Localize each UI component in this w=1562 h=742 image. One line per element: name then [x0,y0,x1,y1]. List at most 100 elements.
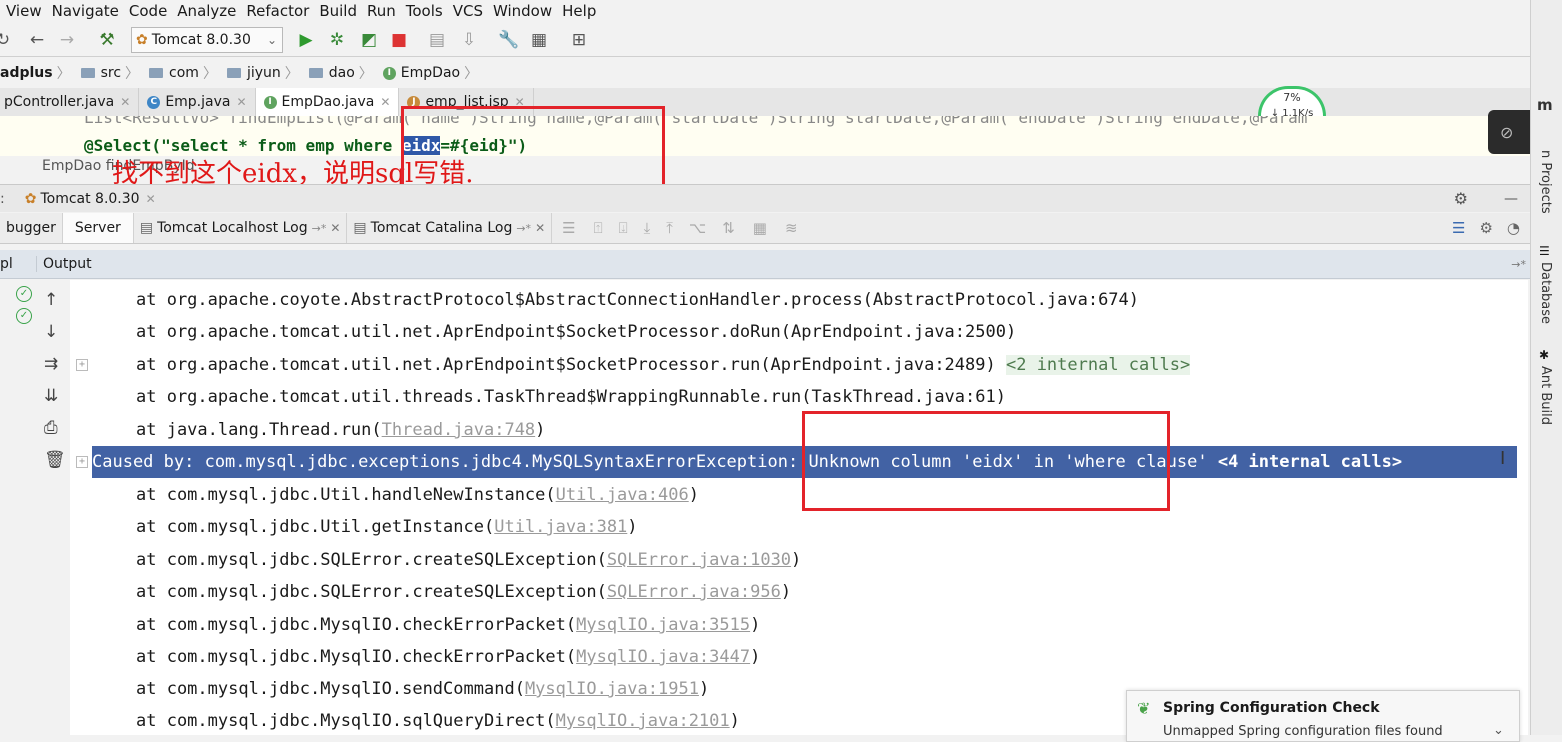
breadcrumb-jiyun[interactable]: jiyun 〉 [221,63,299,83]
menu-icon[interactable]: ☰ [562,219,575,237]
scroll-to-end-icon[interactable]: ⇊ [44,386,58,406]
menu-tools[interactable]: Tools [406,2,443,20]
menu-navigate[interactable]: Navigate [52,2,119,20]
code-line-method: List<ResultVo> findEmpList(@Param("name"… [84,116,1308,127]
breadcrumb-com[interactable]: com 〉 [143,63,217,83]
tab-debugger[interactable]: bugger [0,213,63,243]
source-link[interactable]: Util.java:406 [556,485,689,505]
list-icon[interactable]: ☰ [1452,219,1465,237]
close-icon[interactable]: ✕ [380,95,390,109]
source-link[interactable]: Util.java:381 [494,517,627,537]
project-structure-icon[interactable]: ▦ [528,28,550,52]
menu-bar: View Navigate Code Analyze Refactor Buil… [0,0,1562,22]
menu-code[interactable]: Code [129,2,167,20]
deploy-icon[interactable]: ⇩ [458,28,480,52]
arrow-up-icon[interactable]: ↑ [44,290,58,310]
minimize-icon[interactable]: — [1504,191,1518,207]
breadcrumb-empdao[interactable]: I EmpDao 〉 [377,63,478,83]
close-icon[interactable]: ✕ [236,95,246,109]
source-link[interactable]: MysqlIO.java:1951 [525,679,699,699]
sort-icon[interactable]: ⇅ [722,219,735,237]
source-link[interactable]: SQLError.java:1030 [607,550,791,570]
source-link[interactable]: SQLError.java:956 [607,582,781,602]
sync-icon[interactable]: ↻ [0,28,10,52]
settings-wrench-icon[interactable]: 🔧 [498,28,520,52]
breadcrumb-project[interactable]: adplus 〉 [0,63,71,83]
settings-icon[interactable]: ⚙ [1479,219,1492,237]
internal-calls[interactable]: <2 internal calls> [1005,355,1191,375]
tab-catalina-log[interactable]: ▤ Tomcat Catalina Log →* ✕ [347,213,553,243]
menu-refactor[interactable]: Refactor [246,2,309,20]
annotation-box-error [802,411,1170,511]
menu-view[interactable]: View [6,2,42,20]
menu-vcs[interactable]: VCS [453,2,483,20]
run-icon[interactable]: ▶ [295,28,317,52]
forward-icon[interactable]: → [56,28,78,52]
folder-icon [308,68,323,78]
tool-projects[interactable]: n Projects [1538,150,1553,214]
scroll-up-icon[interactable]: ⍐ [594,219,603,237]
close-icon[interactable]: ✕ [535,221,545,235]
output-header: pl Output →* [0,250,1530,279]
trash-icon[interactable]: 🗑 [44,450,66,470]
build-hammer-icon[interactable]: ⚒ [95,28,119,52]
print-icon[interactable]: ⎙ [44,418,58,438]
tool-database[interactable]: Database [1538,262,1553,324]
grid-icon[interactable]: ▦ [753,219,767,237]
folder-icon [80,68,95,78]
chevron-down-icon[interactable]: ⌄ [1493,723,1504,738]
folder-icon [226,68,241,78]
sdk-icon[interactable]: ⊞ [568,28,590,52]
panel-right-tools: ☰ ⚙ ◔ [1452,213,1530,243]
soft-wrap-icon[interactable]: ⇉ [44,354,58,374]
expand-icon[interactable]: + [76,456,88,468]
menu-build[interactable]: Build [319,2,357,20]
source-link[interactable]: MysqlIO.java:3515 [576,615,750,635]
source-link[interactable]: MysqlIO.java:3447 [576,647,750,667]
coverage-icon[interactable]: ◩ [358,28,380,52]
notification-title: Spring Configuration Check [1163,700,1380,716]
run-panel-header: : ✿ Tomcat 8.0.30 ✕ ⚙ — [0,184,1530,212]
tab-server[interactable]: Server [62,213,134,243]
gear-icon[interactable]: ⚙ [1454,189,1468,208]
notification-popup[interactable]: ❦ Spring Configuration Check Unmapped Sp… [1126,690,1520,742]
tab-empdao[interactable]: I EmpDao.java ✕ [255,88,400,116]
run-panel-prefix: : [0,190,5,207]
run-panel-title[interactable]: Tomcat 8.0.30 [40,191,139,207]
pin-icon[interactable]: →* [1511,258,1526,271]
maven-icon[interactable]: m [1537,96,1553,114]
menu-run[interactable]: Run [367,2,396,20]
console-output[interactable]: at org.apache.coyote.AbstractProtocol$Ab… [70,280,1528,735]
close-icon[interactable]: ✕ [120,95,130,109]
back-icon[interactable]: ← [26,28,48,52]
tab-pcontroller[interactable]: pController.java ✕ [0,88,140,116]
menu-help[interactable]: Help [562,2,596,20]
pin-icon: →* [516,221,532,235]
arrow-down-icon[interactable]: ↓ [44,322,58,342]
source-link[interactable]: MysqlIO.java:2101 [556,711,730,731]
breadcrumb-src[interactable]: src 〉 [75,63,139,83]
upload-icon[interactable]: ⤒ [666,219,673,237]
debug-icon[interactable]: ✲ [326,28,348,52]
download-icon[interactable]: ⤓ [644,219,651,237]
close-icon[interactable]: ✕ [146,192,156,206]
layout-icon[interactable]: ≋ [785,219,798,237]
tool-ant-build[interactable]: Ant Build [1538,366,1553,425]
menu-window[interactable]: Window [493,2,552,20]
output-left-label[interactable]: pl [0,256,37,272]
stop-icon[interactable]: ■ [388,28,410,52]
profile-icon[interactable]: ▤ [426,28,448,52]
menu-analyze[interactable]: Analyze [177,2,236,20]
expand-icon[interactable]: + [76,359,88,371]
run-config-select[interactable]: ✿ Tomcat 8.0.30 ⌄ [131,27,283,53]
code-editor[interactable]: List<ResultVo> findEmpList(@Param("name"… [0,116,1530,156]
source-link[interactable]: Thread.java:748 [382,420,536,440]
tab-localhost-log[interactable]: ▤ Tomcat Localhost Log →* ✕ [134,213,348,243]
filter-icon[interactable]: ⌥ [689,219,706,237]
close-icon[interactable]: ✕ [330,221,340,235]
breadcrumb-dao[interactable]: dao 〉 [303,63,373,83]
scroll-down-icon[interactable]: ⍗ [619,219,628,237]
tab-emp[interactable]: C Emp.java ✕ [139,88,256,116]
speed-icon[interactable]: ◔ [1507,219,1520,237]
internal-calls[interactable]: <4 internal calls> [1218,452,1402,472]
